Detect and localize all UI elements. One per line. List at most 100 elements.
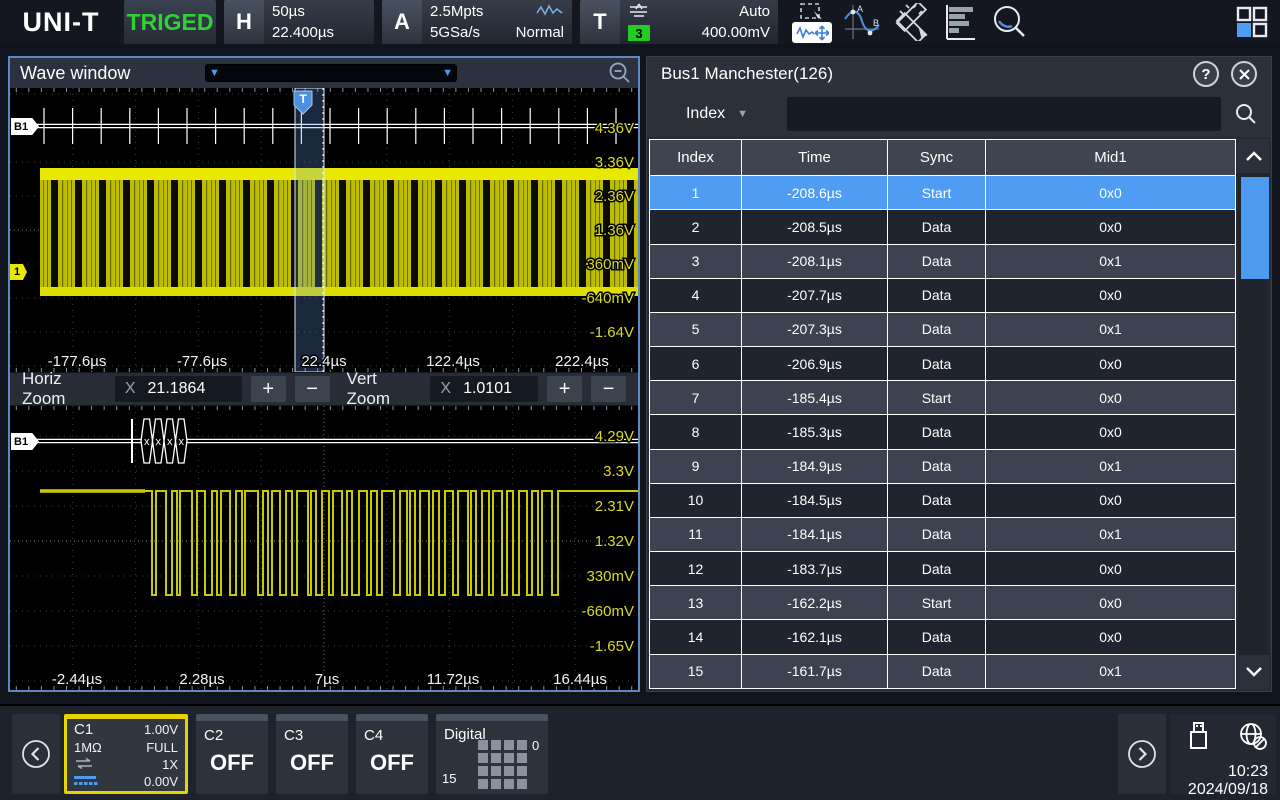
scrollbar-thumb[interactable] xyxy=(1241,177,1269,279)
digital-bit-cell xyxy=(504,753,514,763)
table-cell: Data xyxy=(888,312,986,346)
scroll-channels-right-button[interactable] xyxy=(1118,714,1166,794)
vert-zoom-minus-button[interactable]: − xyxy=(591,376,626,402)
sample-rate-value: 5GSa/s xyxy=(430,24,483,41)
vert-zoom-x: X xyxy=(440,380,451,398)
table-cell: 1 xyxy=(650,176,742,210)
table-row[interactable]: 15-161.7µsData0x1 xyxy=(650,654,1236,688)
main-waveform-area[interactable]: T4.36V3.36V2.36V1.36V360mV-640mV-1.64V-1… xyxy=(10,88,638,372)
table-row[interactable]: 11-184.1µsData0x1 xyxy=(650,517,1236,551)
search-icon[interactable] xyxy=(1227,97,1265,131)
v-label: 2.36V xyxy=(595,188,634,205)
v-label: 4.29V xyxy=(595,428,634,445)
table-cell: 0x1 xyxy=(986,312,1236,346)
region-select-icon[interactable] xyxy=(792,1,832,22)
digital-first-bit: 0 xyxy=(532,738,539,753)
trigger-type-icon xyxy=(628,3,650,25)
table-cell: 0x1 xyxy=(986,654,1236,688)
zoom-waveform-display[interactable]: xxxx4.29V3.3V2.31V1.32V330mV-660mV-1.65V… xyxy=(10,406,638,690)
table-cell: 8 xyxy=(650,415,742,449)
wave-move-icon[interactable] xyxy=(792,22,832,43)
brand-logo: UNI-T xyxy=(0,0,122,44)
scroll-channels-left-button[interactable] xyxy=(12,714,60,794)
minimap-right-marker-icon[interactable]: ▼ xyxy=(442,68,453,78)
trigger-settings-button[interactable]: T 3 Auto 400.00mV xyxy=(580,0,778,44)
channel2-card[interactable]: C2 OFF xyxy=(196,714,268,794)
table-cell: -206.9µs xyxy=(742,347,888,381)
ab-cursor-icon[interactable]: A B xyxy=(843,3,881,41)
search-zoom-icon[interactable] xyxy=(990,3,1028,41)
channel1-card[interactable]: C11.00V 1MΩFULL 1X 0.00V xyxy=(64,714,188,794)
t-label: 222.4µs xyxy=(555,353,609,370)
table-row[interactable]: 9-184.9µsData0x1 xyxy=(650,449,1236,483)
v-label: 4.36V xyxy=(595,120,634,137)
bus-table-body: IndexTimeSyncMid11-208.6µsStart0x02-208.… xyxy=(647,137,1271,691)
table-scrollbar[interactable] xyxy=(1238,139,1269,689)
table-row[interactable]: 4-207.7µsData0x0 xyxy=(650,278,1236,312)
system-status-block[interactable]: 10:23 2024/09/18 xyxy=(1170,714,1276,794)
table-cell: 5 xyxy=(650,312,742,346)
acquire-key: A xyxy=(382,0,422,44)
table-row[interactable]: 14-162.1µsData0x0 xyxy=(650,620,1236,654)
zoom-out-icon[interactable] xyxy=(608,61,632,85)
table-cell: -161.7µs xyxy=(742,654,888,688)
column-header: Mid1 xyxy=(986,140,1236,176)
horiz-zoom-plus-button[interactable]: + xyxy=(251,376,286,402)
v-label: 1.36V xyxy=(595,222,634,239)
bus-panel-title: Bus1 Manchester(126) xyxy=(661,64,833,84)
vert-zoom-input[interactable]: X 1.0101 xyxy=(430,376,538,402)
search-input[interactable] xyxy=(787,97,1221,131)
bottom-bar: C11.00V 1MΩFULL 1X 0.00V C2 OFF C3 OFF C… xyxy=(0,704,1280,800)
main-waveform-display[interactable]: T4.36V3.36V2.36V1.36V360mV-640mV-1.64V-1… xyxy=(10,88,638,372)
filter-dropdown[interactable]: Index ▼ xyxy=(653,105,781,123)
table-cell: -208.6µs xyxy=(742,176,888,210)
help-icon[interactable]: ? xyxy=(1193,61,1219,87)
table-cell: Data xyxy=(888,654,986,688)
table-cell: -208.5µs xyxy=(742,210,888,244)
digital-bit-cell xyxy=(491,779,501,789)
digital-card[interactable]: Digital 0 15 xyxy=(436,714,548,794)
table-row[interactable]: 5-207.3µsData0x1 xyxy=(650,312,1236,346)
close-icon[interactable] xyxy=(1231,61,1257,87)
channel3-card[interactable]: C3 OFF xyxy=(276,714,348,794)
t-label: 2.28µs xyxy=(179,671,224,688)
table-cell: Data xyxy=(888,347,986,381)
minimap-left-marker-icon[interactable]: ▼ xyxy=(209,68,220,78)
acquire-settings-button[interactable]: A 2.5Mpts 5GSa/s Normal xyxy=(382,0,572,44)
digital-bit-cell xyxy=(504,766,514,776)
waveform-minimap[interactable]: ▼ ▼ xyxy=(205,64,457,82)
table-cell: -207.7µs xyxy=(742,278,888,312)
zoom-waveform-area[interactable]: xxxx4.29V3.3V2.31V1.32V330mV-660mV-1.65V… xyxy=(10,406,638,690)
table-row[interactable]: 8-185.3µsData0x0 xyxy=(650,415,1236,449)
trigger-flag[interactable]: T xyxy=(300,92,308,106)
table-row[interactable]: 13-162.2µsStart0x0 xyxy=(650,586,1236,620)
bus-decode-panel: Bus1 Manchester(126) ? Index ▼ IndexTime… xyxy=(646,56,1272,692)
vert-zoom-plus-button[interactable]: + xyxy=(547,376,582,402)
table-row[interactable]: 7-185.4µsStart0x0 xyxy=(650,381,1236,415)
wave-window-title: Wave window xyxy=(20,63,130,84)
table-row[interactable]: 2-208.5µsData0x0 xyxy=(650,210,1236,244)
table-row[interactable]: 12-183.7µsData0x0 xyxy=(650,552,1236,586)
table-cell: 0x0 xyxy=(986,552,1236,586)
table-row[interactable]: 3-208.1µsData0x1 xyxy=(650,244,1236,278)
scroll-up-button[interactable] xyxy=(1238,139,1269,173)
table-cell: 0x0 xyxy=(986,176,1236,210)
cursor-wave-drag-toggle[interactable] xyxy=(792,0,832,44)
histogram-icon[interactable] xyxy=(941,3,979,41)
c1-probe: 1X xyxy=(162,757,178,772)
channel4-card[interactable]: C4 OFF xyxy=(356,714,428,794)
horiz-zoom-minus-button[interactable]: − xyxy=(295,376,330,402)
table-row[interactable]: 6-206.9µsData0x0 xyxy=(650,347,1236,381)
table-row[interactable]: 10-184.5µsData0x0 xyxy=(650,483,1236,517)
table-row[interactable]: 1-208.6µsStart0x0 xyxy=(650,176,1236,210)
table-cell: -208.1µs xyxy=(742,244,888,278)
table-cell: -207.3µs xyxy=(742,312,888,346)
scroll-down-button[interactable] xyxy=(1238,655,1269,689)
vert-zoom-label: Vert Zoom xyxy=(347,369,422,409)
horiz-zoom-input[interactable]: X 21.1864 xyxy=(115,376,242,402)
measure-rulers-icon[interactable] xyxy=(892,3,930,41)
horizontal-settings-button[interactable]: H 50µs 22.400µs xyxy=(224,0,374,44)
table-cell: 10 xyxy=(650,483,742,517)
window-layout-button[interactable] xyxy=(1232,2,1272,42)
digital-bit-cell xyxy=(478,766,488,776)
